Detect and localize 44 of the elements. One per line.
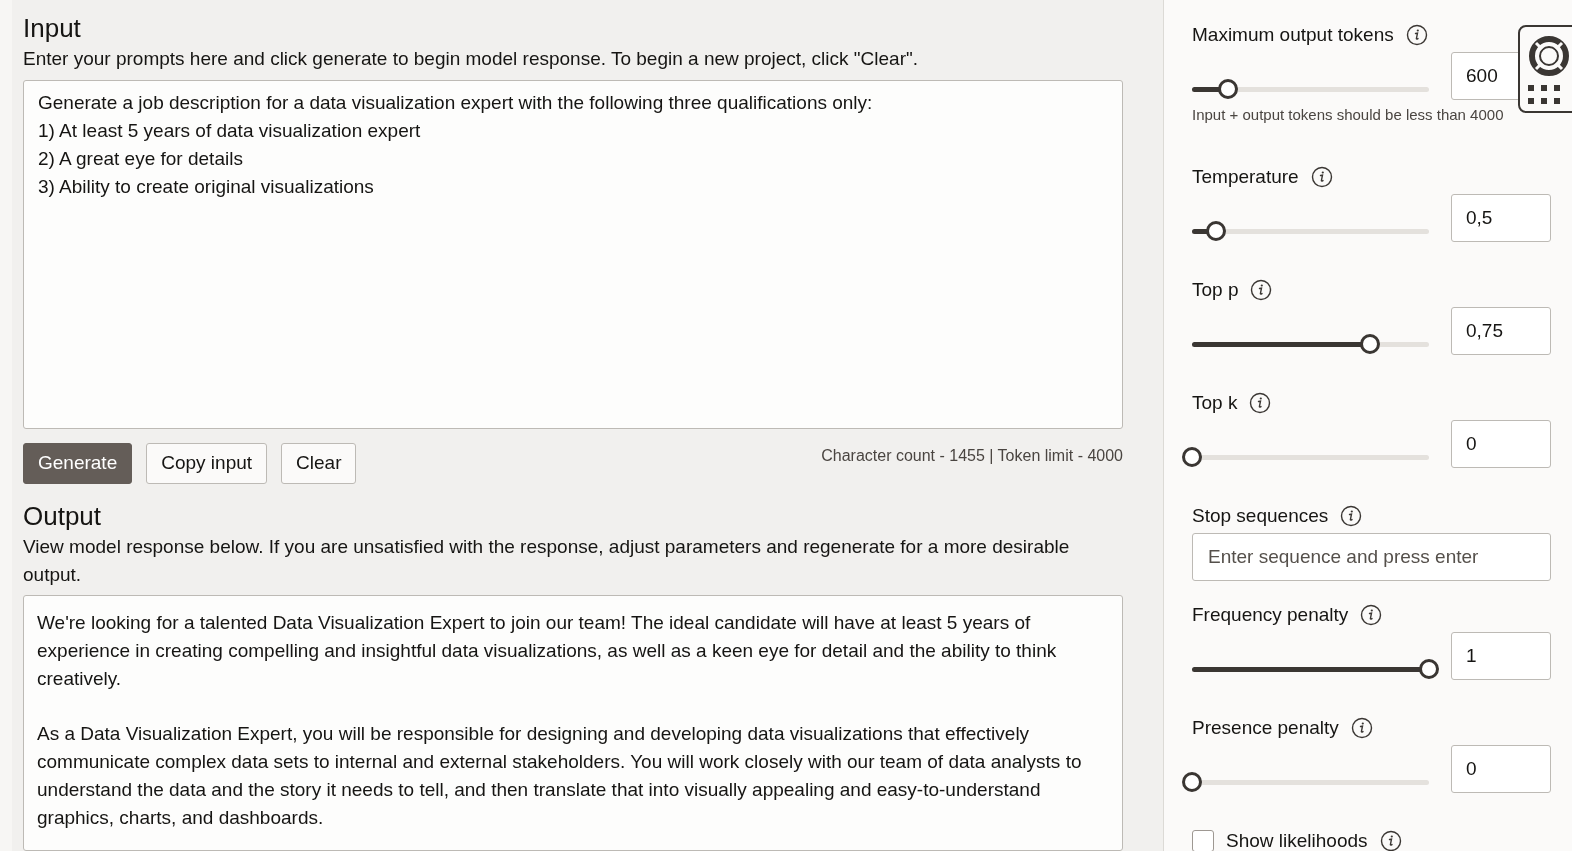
section-title: Input [23,12,82,44]
value-field[interactable]: 0,5 [1451,194,1551,242]
slider-thumb[interactable] [1182,446,1202,467]
lifebuoy-icon [1528,35,1570,77]
info-icon[interactable] [1379,830,1402,851]
value-field[interactable]: 1 [1451,632,1551,680]
section-description: View model response below. If you are unsatisfied with the response, adjust parameters and regenerate for a more desirable output. [23,535,1071,587]
hint-text: Input + output tokens should be less than 4000 [1192,105,1505,125]
action-button[interactable]: Clear [281,443,357,484]
parameter-label: Show likelihoods [1226,828,1368,851]
parameter-label: Presence penalty [1192,715,1339,740]
parameter-label: Temperature [1192,164,1299,189]
slider-thumb[interactable] [1419,658,1439,679]
generate-button[interactable]: Generate [23,443,133,484]
prompt-field[interactable]: Generate a job description for a data visualization expert with the following three qualifications only: 1) At least 5 years of data visualization expert 2) A great eye for details 3) Ability to create original visualizations [23,80,1123,429]
slider-thumb[interactable] [1359,333,1380,354]
value-field[interactable]: 0 [1451,420,1551,468]
value-field[interactable]: 0,75 [1451,307,1551,355]
grid-icon [1528,85,1562,105]
value-field[interactable]: 0 [1451,745,1551,793]
section-title: Output [23,500,103,532]
help-menu[interactable] [1518,25,1572,113]
info-icon[interactable] [1250,279,1273,301]
parameter-label: Stop sequences [1192,503,1329,528]
info-icon[interactable] [1360,604,1383,626]
stop-sequence-field[interactable]: Enter sequence and press enter [1192,533,1551,581]
character-count: Character count - 1455 | Token limit - 4000 [821,446,1123,466]
parameter-label: Top k [1192,390,1238,415]
parameter-label: Frequency penalty [1192,602,1349,627]
parameter-label: Top p [1192,277,1239,302]
section-description: Enter your prompts here and click generate to begin model response. To begin a new project, click "Clear". [23,47,919,71]
info-icon[interactable] [1310,166,1333,188]
slider-thumb[interactable] [1182,771,1202,792]
response-text: We're looking for a talented Data Visualization Expert to join our team! The ideal candidate will have at least 5 years of experience in creating compelling and insightful data visualizations, as well as a keen eye for detail and the ability to think creatively. [37,611,1058,691]
parameter-label: Maximum output tokens [1192,22,1394,47]
info-icon[interactable] [1405,24,1428,46]
checkbox[interactable] [1192,830,1214,851]
slider-thumb[interactable] [1205,220,1226,241]
info-icon[interactable] [1249,392,1272,414]
action-button[interactable]: Copy input [146,443,268,484]
info-icon[interactable] [1350,717,1373,739]
slider-thumb[interactable] [1217,78,1238,99]
info-icon[interactable] [1340,505,1363,527]
response-text: As a Data Visualization Expert, you will be responsible for designing and developing data visualizations that effectively communicate complex data sets to internal and external stakeholders. You will work closely with our team of data analysts to understand the data and the story it needs to tell, and then translate that into visually appealing and easy-to-understand graphics, charts, and dashboards. [37,722,1083,830]
